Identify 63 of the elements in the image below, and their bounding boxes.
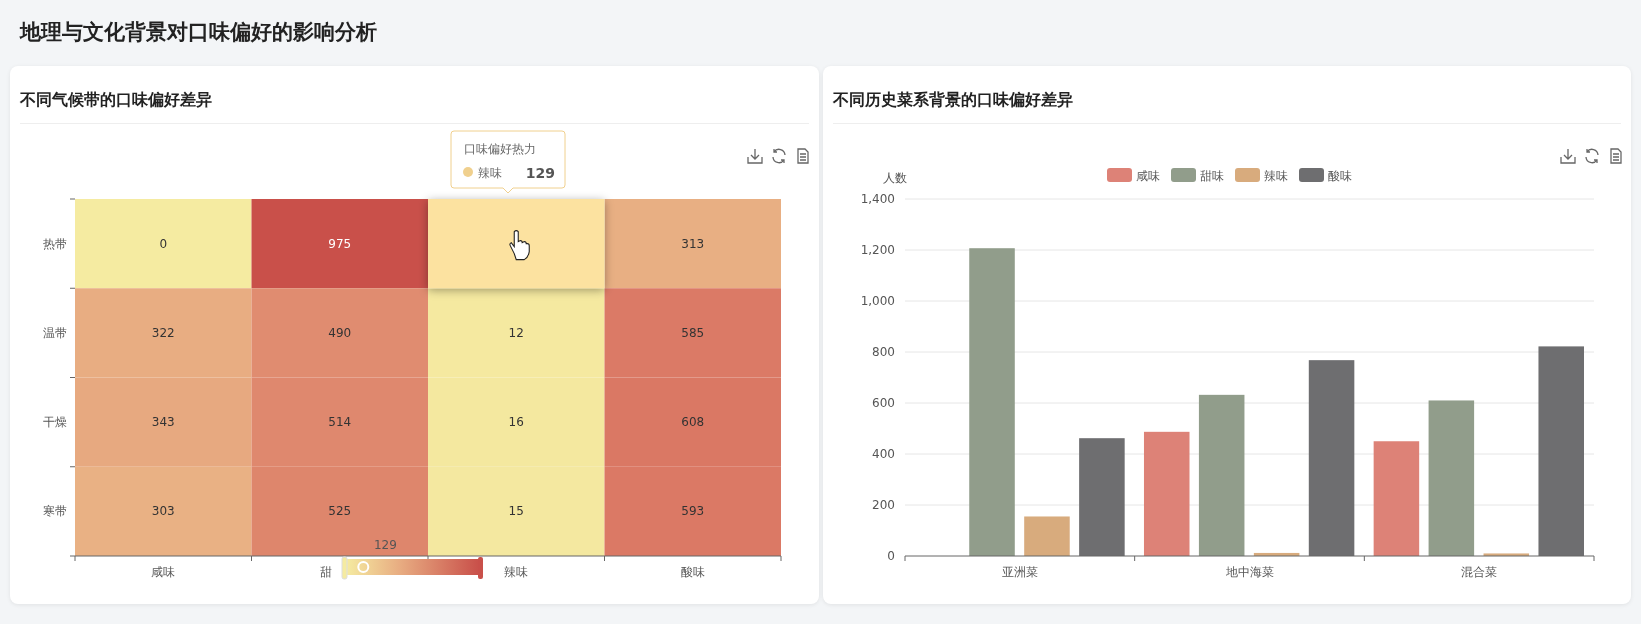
legend-label[interactable]: 咸味 (1135, 169, 1160, 183)
legend-swatch[interactable] (1106, 168, 1132, 182)
cell-value: 15 (508, 504, 524, 519)
tick-label: 400 (871, 447, 895, 461)
tooltip-title: 口味偏好热力 (464, 142, 536, 156)
cell-value: 585 (681, 325, 705, 340)
cell-value: 608 (681, 415, 705, 430)
tick-label: 1,000 (860, 294, 895, 308)
cell-value: 514 (328, 415, 352, 430)
legend-swatch[interactable] (1170, 168, 1196, 182)
legend-swatch[interactable] (1234, 168, 1260, 182)
refresh-icon[interactable] (772, 148, 786, 164)
cell-value: 16 (508, 415, 524, 430)
cell-value: 12 (508, 325, 524, 340)
axis-label: 甜 (319, 565, 332, 579)
document-icon[interactable] (1609, 148, 1622, 164)
cell-value: 525 (328, 504, 352, 519)
legend-label[interactable]: 辣味 (1263, 169, 1288, 183)
legend-label[interactable]: 甜味 (1199, 169, 1224, 183)
legend-label[interactable]: 酸味 (1327, 169, 1352, 183)
axis-label: 地中海菜 (1225, 565, 1273, 579)
axis-label: 寒带 (43, 504, 67, 519)
tick-label: 800 (871, 345, 895, 359)
axis-label: 混合菜 (1460, 565, 1497, 579)
card-title: 不同历史菜系背景的口味偏好差异 (832, 66, 1621, 124)
axis-label: 酸味 (680, 565, 705, 579)
indicator-label: 129 (373, 538, 397, 552)
page-title: 地理与文化背景对口味偏好的影响分析 (20, 19, 378, 46)
cell-value: 490 (328, 325, 352, 340)
cell-value: 0 (159, 236, 168, 251)
download-icon[interactable] (747, 148, 763, 164)
cell-value: 303 (151, 504, 175, 519)
card-title: 不同气候带的口味偏好差异 (20, 66, 809, 124)
axis-title: 人数 (882, 171, 907, 185)
axis-label: 干燥 (43, 415, 67, 430)
bar (1483, 553, 1529, 556)
tick-label: 0 (886, 549, 895, 563)
axis-label: 亚洲菜 (1001, 565, 1038, 579)
download-icon[interactable] (1559, 148, 1576, 164)
axis-label: 咸味 (151, 565, 176, 579)
bar (1023, 516, 1070, 556)
range-handle[interactable] (341, 556, 348, 580)
bar (1253, 552, 1299, 556)
cell-value: 313 (681, 236, 705, 251)
cell-value: 322 (151, 325, 175, 340)
legend-swatch[interactable] (1298, 168, 1324, 182)
tooltip-value: 129 (525, 165, 555, 181)
tick-label: 1,400 (860, 192, 895, 206)
heatmap-cell[interactable] (428, 199, 605, 289)
cell-value: 343 (151, 415, 175, 430)
cell-value: 975 (328, 236, 352, 251)
axis-label: 温带 (43, 325, 67, 340)
document-icon[interactable] (797, 148, 809, 164)
axis-label: 热带 (43, 236, 67, 251)
tick-label: 1,200 (860, 243, 895, 257)
axis-label: 辣味 (504, 565, 529, 579)
tick-label: 600 (871, 396, 895, 410)
tooltip-name: 辣味 (478, 166, 502, 180)
range-handle[interactable] (478, 557, 483, 579)
cell-value: 593 (681, 504, 705, 519)
refresh-icon[interactable] (1584, 148, 1599, 164)
pointer-icon (509, 230, 530, 261)
tick-label: 200 (871, 498, 895, 512)
